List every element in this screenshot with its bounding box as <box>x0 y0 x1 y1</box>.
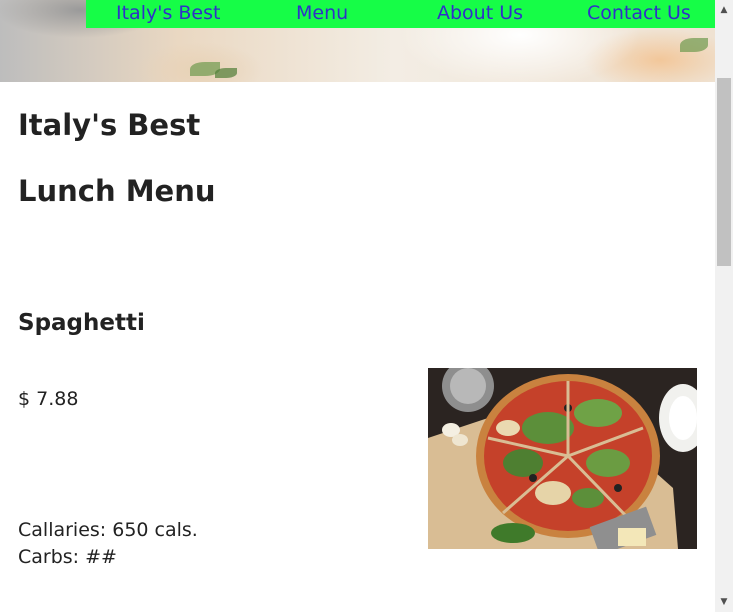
top-navigation-bar: Italy's Best Menu About Us Contact Us <box>86 0 715 28</box>
scroll-up-arrow-icon[interactable]: ▲ <box>715 2 733 18</box>
basil-leaf-decoration <box>215 68 237 78</box>
nav-link-menu[interactable]: Menu <box>296 0 348 28</box>
scrollbar-thumb[interactable] <box>717 78 731 266</box>
menu-item-name: Spaghetti <box>18 310 145 336</box>
menu-item-price: $ 7.88 <box>18 388 79 410</box>
vertical-scrollbar[interactable]: ▲ ▼ <box>715 0 733 612</box>
basil-leaf-decoration <box>680 38 708 52</box>
menu-item-calories: Callaries: 650 cals. <box>18 519 198 541</box>
site-title: Italy's Best <box>18 108 201 142</box>
nav-link-contact-us[interactable]: Contact Us <box>587 0 691 28</box>
nav-link-italys-best[interactable]: Italy's Best <box>116 0 220 28</box>
nav-link-about-us[interactable]: About Us <box>437 0 523 28</box>
pizza-photo-illustration <box>428 368 697 549</box>
menu-title: Lunch Menu <box>18 174 216 208</box>
pizza-photo <box>428 368 697 549</box>
menu-item-carbs: Carbs: ## <box>18 546 117 568</box>
scroll-down-arrow-icon[interactable]: ▼ <box>715 594 733 610</box>
